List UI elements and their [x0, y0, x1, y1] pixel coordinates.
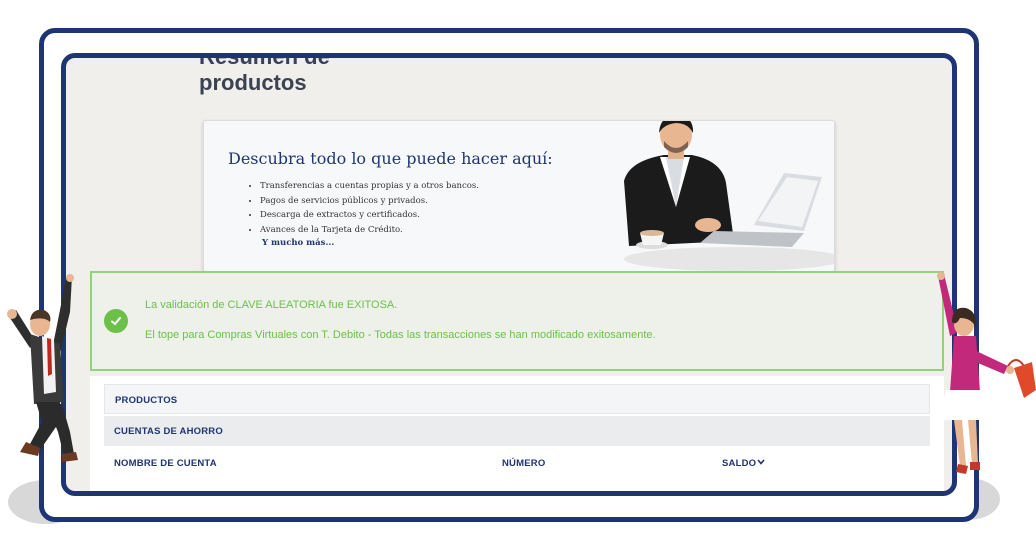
promo-feature-list: Transferencias a cuentas propias y a otr… — [248, 179, 479, 237]
column-balance-label: SALDO — [722, 458, 757, 469]
promo-banner[interactable]: Descubra todo lo que puede hacer aquí: T… — [203, 120, 835, 272]
promo-feature-item: Pagos de servicios públicos y privados. — [260, 194, 479, 209]
page-title-line1: Resumen de — [199, 53, 330, 69]
table-column-headers: NOMBRE DE CUENTA NÚMERO SALDO — [104, 448, 930, 478]
promo-feature-item: Avances de la Tarjeta de Crédito. — [260, 223, 479, 238]
celebrating-man-illustration — [7, 274, 78, 462]
alert-message-validation: La validación de CLAVE ALEATORIA fue EXI… — [145, 299, 398, 311]
man-with-laptop-photo — [604, 121, 834, 271]
savings-accounts-label: CUENTAS DE AHORRO — [114, 426, 223, 437]
column-number[interactable]: NÚMERO — [502, 458, 545, 469]
page-title-line2: productos — [199, 70, 307, 95]
screen: Resumen de productos Descubra todo lo qu… — [61, 53, 957, 496]
products-table: PRODUCTOS CUENTAS DE AHORRO NOMBRE DE CU… — [90, 376, 944, 491]
promo-feature-item: Transferencias a cuentas propias y a otr… — [260, 179, 479, 194]
column-balance[interactable]: SALDO — [722, 458, 765, 469]
savings-accounts-section[interactable]: CUENTAS DE AHORRO — [104, 416, 930, 446]
page-title: Resumen de productos — [199, 53, 330, 96]
check-circle-icon — [104, 309, 128, 333]
chevron-down-icon[interactable] — [757, 459, 765, 465]
alert-message-limit: El tope para Compras Virtuales con T. De… — [145, 329, 656, 341]
promo-heading: Descubra todo lo que puede hacer aquí: — [228, 149, 553, 168]
promo-more-link[interactable]: Y mucho más... — [262, 238, 334, 248]
column-account-name[interactable]: NOMBRE DE CUENTA — [114, 458, 217, 469]
success-alert: La validación de CLAVE ALEATORIA fue EXI… — [90, 271, 944, 371]
celebrating-woman-illustration — [937, 272, 1036, 474]
products-header-row[interactable]: PRODUCTOS — [104, 384, 930, 414]
products-header: PRODUCTOS — [115, 395, 178, 406]
promo-feature-item: Descarga de extractos y certificados. — [260, 208, 479, 223]
